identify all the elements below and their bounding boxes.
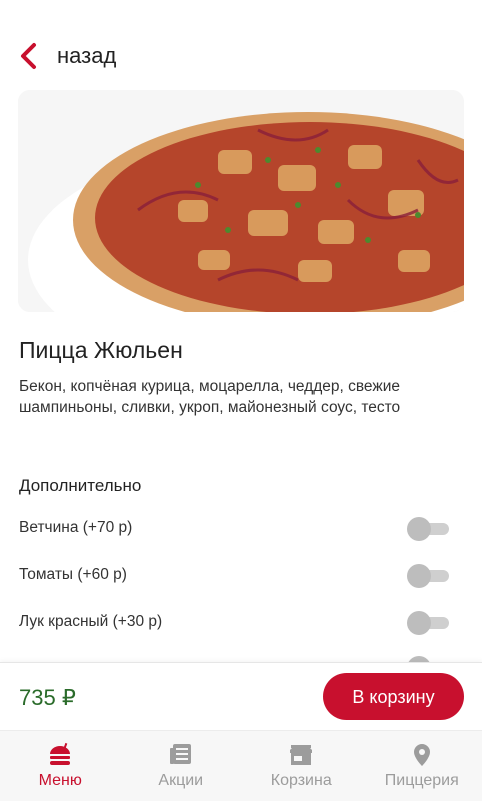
extra-toggle[interactable]: [407, 516, 449, 540]
bottom-nav: Меню Акции Корзина Пиццерия: [0, 730, 482, 801]
price: 735 ₽: [19, 684, 76, 712]
extra-option-label: Ветчина (+70 р): [19, 519, 132, 537]
extra-toggle[interactable]: [407, 610, 449, 634]
tab-pizzeria[interactable]: Пиццерия: [362, 731, 482, 801]
product-title: Пицца Жюльен: [19, 335, 183, 365]
extra-option[interactable]: Томаты (+60 р): [19, 560, 449, 590]
header: назад: [0, 0, 482, 90]
product-description: Бекон, копчёная курица, моцарелла, чедде…: [19, 377, 469, 418]
tab-label: Акции: [158, 772, 203, 790]
tab-menu[interactable]: Меню: [0, 731, 121, 801]
add-to-cart-button[interactable]: В корзину: [323, 673, 464, 720]
tab-label: Корзина: [271, 772, 332, 790]
location-pin-icon: [409, 742, 435, 768]
product-image: [18, 90, 464, 312]
extra-toggle[interactable]: [407, 563, 449, 587]
news-icon: [168, 742, 194, 768]
chevron-left-icon[interactable]: [16, 42, 42, 70]
store-icon: [288, 742, 314, 768]
extra-option[interactable]: Лук красный (+30 р): [19, 607, 449, 637]
tab-label: Пиццерия: [385, 772, 459, 790]
extras-title: Дополнительно: [19, 475, 141, 497]
extra-option-label: Томаты (+60 р): [19, 566, 127, 584]
back-link[interactable]: назад: [57, 42, 116, 70]
burger-icon: [47, 742, 73, 768]
tab-label: Меню: [39, 772, 82, 790]
tab-cart[interactable]: Корзина: [241, 731, 362, 801]
extra-option-label: Лук красный (+30 р): [19, 613, 162, 631]
tab-promos[interactable]: Акции: [121, 731, 242, 801]
extra-option[interactable]: Ветчина (+70 р): [19, 513, 449, 543]
